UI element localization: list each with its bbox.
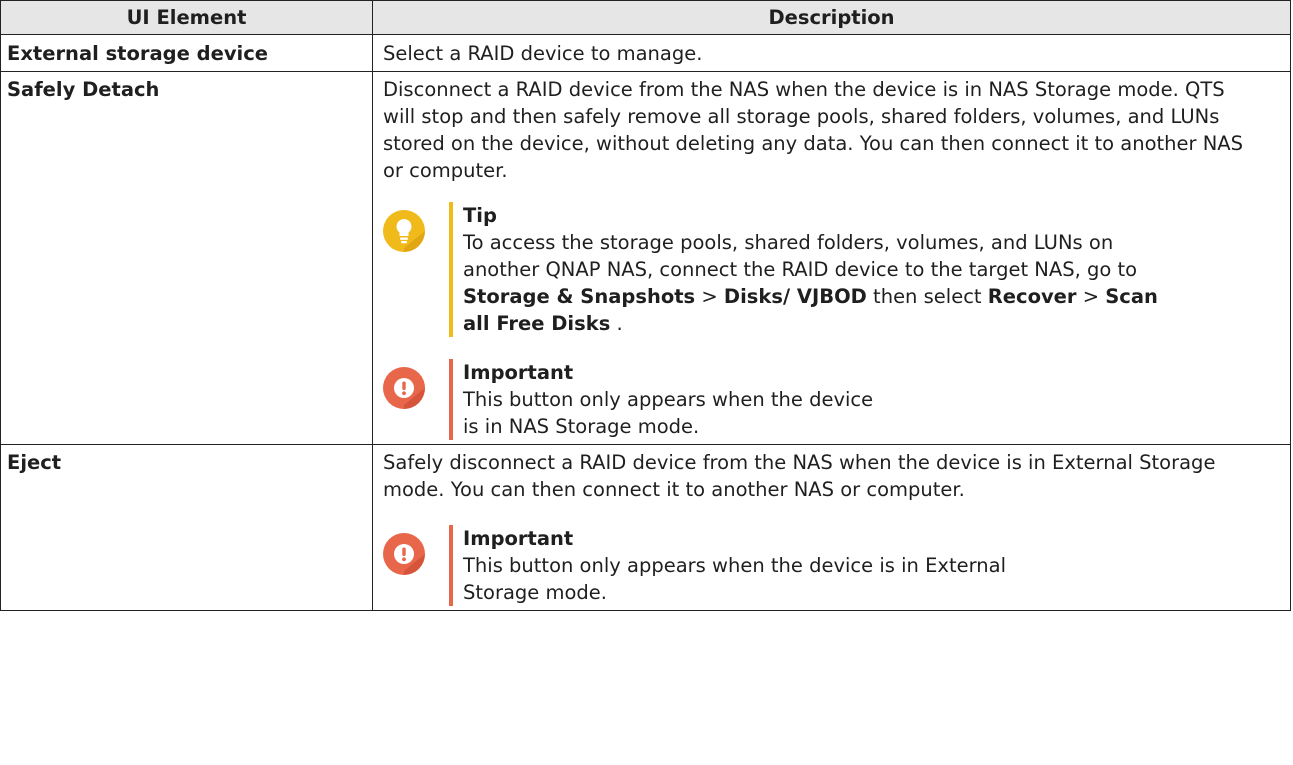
- important-text: This button only appears when the device…: [463, 388, 874, 438]
- row-element-label: Safely Detach: [0, 71, 373, 445]
- row-element-label: External storage device: [0, 34, 373, 72]
- table-row: Safely Detach Disconnect a RAID device f…: [0, 71, 1291, 445]
- header-ui-element: UI Element: [0, 0, 373, 35]
- important-title: Important: [463, 361, 574, 384]
- exclamation-icon: [383, 533, 425, 582]
- ui-element-table: UI Element Description External storage …: [0, 0, 1291, 611]
- row-description-cell: Disconnect a RAID device from the NAS wh…: [372, 71, 1291, 445]
- row-description-cell: Safely disconnect a RAID device from the…: [372, 444, 1291, 611]
- tip-note: Tip To access the storage pools, shared …: [383, 202, 1282, 337]
- exclamation-icon: [383, 367, 425, 416]
- lightbulb-icon: [383, 210, 425, 259]
- important-note: Important This button only appears when …: [383, 359, 1282, 440]
- important-note: Important This button only appears when …: [383, 525, 1282, 606]
- tip-text: To access the storage pools, shared fold…: [463, 231, 1158, 335]
- table-header-row: UI Element Description: [0, 0, 1291, 35]
- important-body: Important This button only appears when …: [453, 525, 1083, 606]
- row-description: Disconnect a RAID device from the NAS wh…: [383, 78, 1244, 182]
- tip-body: Tip To access the storage pools, shared …: [453, 202, 1163, 337]
- important-title: Important: [463, 527, 574, 550]
- table-row: External storage device Select a RAID de…: [0, 34, 1291, 72]
- important-text: This button only appears when the device…: [463, 554, 1007, 604]
- header-description: Description: [372, 0, 1291, 35]
- important-body: Important This button only appears when …: [453, 359, 883, 440]
- row-description: Safely disconnect a RAID device from the…: [383, 451, 1216, 501]
- tip-title: Tip: [463, 204, 497, 227]
- row-element-label: Eject: [0, 444, 373, 611]
- row-description: Select a RAID device to manage.: [372, 34, 1291, 72]
- table-row: Eject Safely disconnect a RAID device fr…: [0, 444, 1291, 611]
